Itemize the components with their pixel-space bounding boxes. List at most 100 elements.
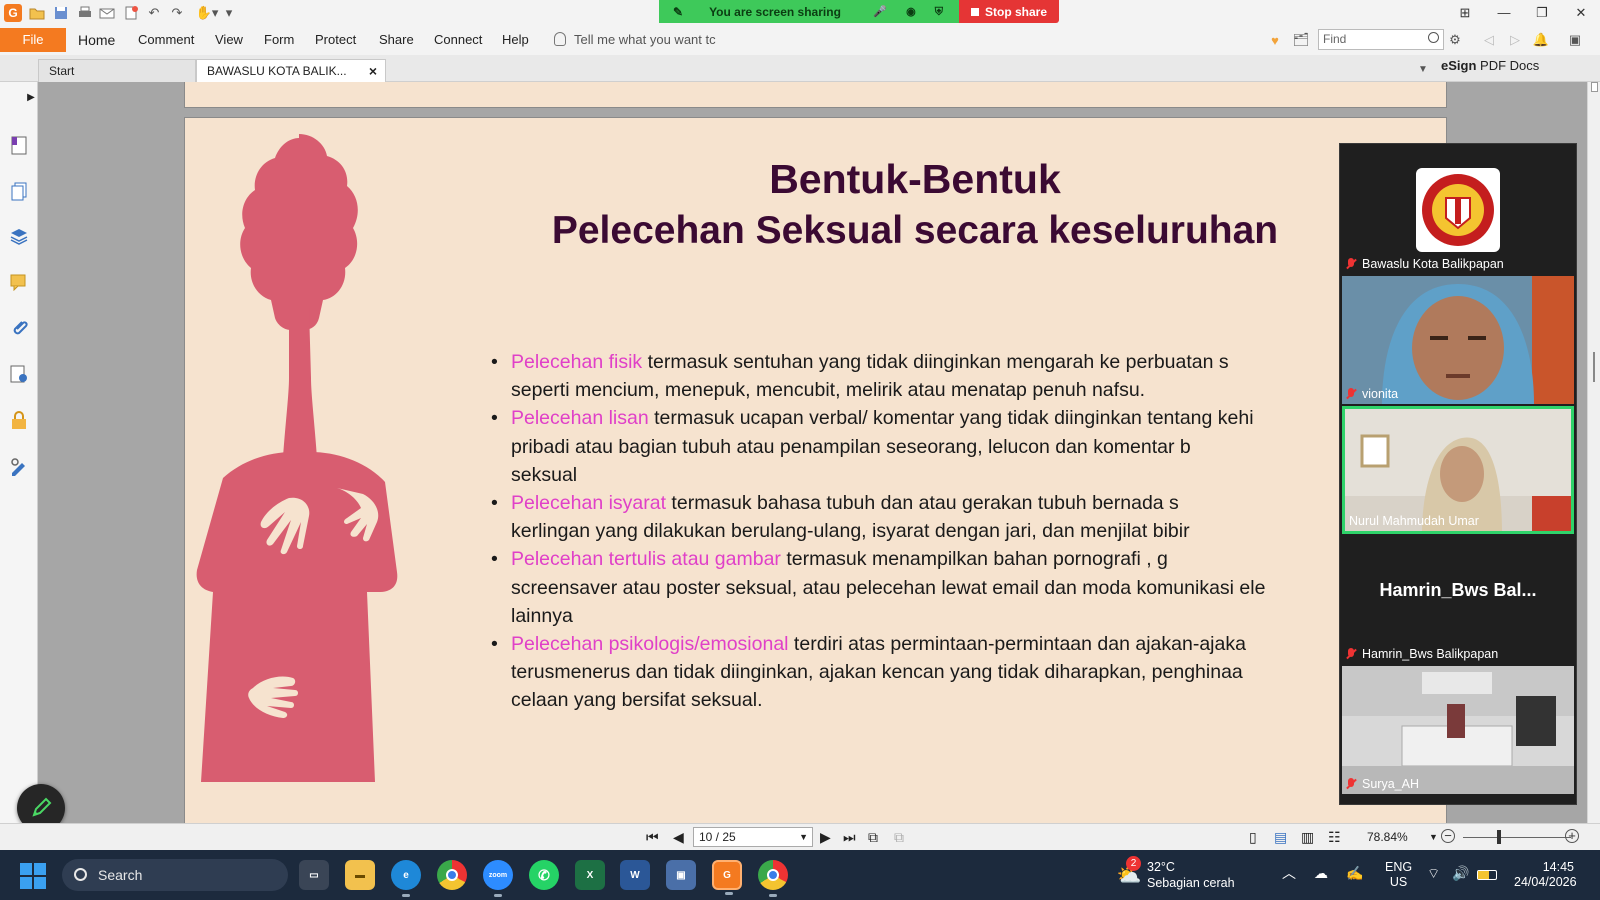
edge-browser-icon[interactable]: e (391, 860, 421, 897)
wifi-icon[interactable]: ⌔ (1427, 866, 1440, 881)
desktop-app-icon[interactable]: ▣ (666, 860, 696, 890)
continuous-view-icon[interactable]: ▤ (1274, 829, 1287, 846)
settings-gear-icon[interactable]: ⚙ (1446, 31, 1464, 49)
bookmarks-icon[interactable] (8, 134, 30, 156)
zoom-in-button[interactable]: + (1565, 829, 1579, 843)
undo-icon[interactable]: ↶ (145, 4, 163, 22)
weather-temperature[interactable]: 32°C (1147, 860, 1175, 875)
forward-arrow-icon[interactable]: ▷ (1506, 31, 1524, 49)
whatsapp-icon[interactable]: ✆ (529, 860, 559, 890)
chrome-icon[interactable] (437, 860, 467, 890)
weather-description[interactable]: Sebagian cerah (1147, 876, 1235, 891)
tab-start[interactable]: Start (38, 59, 196, 82)
pen-input-icon[interactable]: ✍ (1346, 866, 1363, 881)
email-icon[interactable] (98, 4, 116, 22)
language-indicator[interactable]: ENG US (1385, 860, 1412, 890)
stop-share-button[interactable]: Stop share (959, 0, 1059, 23)
word-icon[interactable]: W (620, 860, 650, 890)
participant-tile[interactable]: Hamrin_Bws Bal... Hamrin_Bws Balikpapan (1342, 536, 1574, 664)
print-icon[interactable] (76, 4, 94, 22)
participant-tile[interactable]: Surya_AH (1342, 666, 1574, 794)
last-page-button[interactable]: ⏭ (843, 829, 856, 846)
menu-form[interactable]: Form (264, 32, 294, 47)
excel-icon[interactable]: X (575, 860, 605, 890)
bullet-keyword: Pelecehan isyarat (511, 492, 667, 515)
onedrive-icon[interactable]: ☁ (1314, 866, 1328, 881)
vertical-scrollbar[interactable] (1587, 82, 1600, 823)
attachment-paperclip-icon[interactable] (8, 317, 30, 339)
clock[interactable]: 14:45 24/04/2026 (1514, 860, 1577, 890)
single-page-view-icon[interactable]: ▯ (1249, 829, 1257, 846)
pages-thumbnail-icon[interactable] (8, 180, 30, 202)
facing-view-icon[interactable]: ▥ (1301, 829, 1314, 846)
edit-tools-icon[interactable] (8, 455, 30, 477)
back-arrow-icon[interactable]: ◁ (1480, 31, 1498, 49)
find-input[interactable]: Find (1318, 29, 1444, 50)
zoom-app-icon[interactable]: zoom (483, 860, 513, 897)
participant-tile[interactable]: vionita (1342, 276, 1574, 404)
participant-tile-active-speaker[interactable]: Nurul Mahmudah Umar (1342, 406, 1574, 534)
zoom-dropdown-icon[interactable]: ▼ (1429, 832, 1438, 842)
menu-view[interactable]: View (215, 32, 243, 47)
folder-search-icon[interactable]: 🗂 (1292, 31, 1310, 49)
signature-panel-icon[interactable] (8, 363, 30, 385)
restore-button[interactable]: ❐ (1527, 2, 1557, 24)
tab-list-dropdown-icon[interactable]: ▼ (1414, 60, 1432, 78)
heart-icon[interactable]: ♥ (1266, 31, 1284, 49)
layout-grid-icon[interactable]: ⊞ (1450, 2, 1480, 24)
account-icon[interactable]: ▣ (1566, 31, 1584, 49)
zoom-slider-thumb[interactable] (1497, 830, 1501, 844)
reflow-icon[interactable]: ⧉ (894, 829, 904, 846)
show-hidden-icons-chevron-icon[interactable]: ︿ (1282, 866, 1296, 881)
rotate-view-icon[interactable]: ⧉ (868, 829, 878, 846)
scroll-up-button[interactable] (1591, 82, 1598, 92)
task-view-icon[interactable]: ▭ (299, 860, 329, 890)
participant-name: Hamrin_Bws Balikpapan (1346, 647, 1498, 661)
open-folder-icon[interactable] (28, 4, 46, 22)
continuous-facing-view-icon[interactable]: ☷ (1328, 829, 1341, 846)
page-dropdown-icon[interactable]: ▼ (799, 828, 808, 846)
layers-icon[interactable] (8, 225, 30, 247)
first-page-button[interactable]: ⏮ (646, 829, 659, 846)
share-controls-icons[interactable]: 🎤 ◉ ⛨ (873, 5, 951, 19)
search-icon[interactable] (1428, 32, 1439, 43)
minimize-button[interactable]: — (1489, 2, 1519, 24)
menu-connect[interactable]: Connect (434, 32, 482, 47)
menu-help[interactable]: Help (502, 32, 529, 47)
zoom-slider-track[interactable] (1463, 837, 1571, 838)
tab-document[interactable]: BAWASLU KOTA BALIK... × (196, 59, 386, 82)
esign-link[interactable]: eSign PDF Docs (1441, 58, 1539, 73)
pen-icon (32, 797, 52, 817)
chrome-profile-icon[interactable] (758, 860, 788, 897)
foxit-reader-taskbar-icon[interactable]: G (712, 860, 742, 895)
menu-protect[interactable]: Protect (315, 32, 356, 47)
taskbar-search[interactable]: Search (62, 859, 288, 891)
file-explorer-icon[interactable]: ▬ (345, 860, 375, 890)
zoom-out-button[interactable]: − (1441, 829, 1455, 843)
redo-icon[interactable]: ↷ (168, 4, 186, 22)
menu-share[interactable]: Share (379, 32, 414, 47)
close-tab-icon[interactable]: × (369, 60, 377, 82)
participant-tile[interactable]: Bawaslu Kota Balikpapan (1342, 146, 1574, 274)
bell-icon[interactable]: 🔔 (1532, 31, 1550, 49)
menu-home[interactable]: Home (78, 32, 115, 48)
security-lock-icon[interactable] (8, 409, 30, 431)
close-window-button[interactable]: ✕ (1566, 2, 1596, 24)
next-page-button[interactable]: ▶ (820, 829, 831, 846)
new-document-icon[interactable] (122, 4, 140, 22)
volume-icon[interactable]: 🔊 (1452, 866, 1469, 881)
hand-tool-dropdown-icon[interactable]: ✋▾ (192, 4, 222, 22)
comments-icon[interactable] (8, 271, 30, 293)
windows-start-icon[interactable] (20, 863, 46, 889)
battery-icon[interactable] (1477, 870, 1497, 880)
zoom-level[interactable]: 78.84% (1367, 830, 1408, 844)
file-menu[interactable]: File (0, 28, 66, 52)
menu-comment[interactable]: Comment (138, 32, 194, 47)
save-icon[interactable] (52, 4, 70, 22)
customize-qa-icon[interactable]: ▾ (220, 4, 238, 22)
scrollbar-thumb[interactable] (1593, 352, 1595, 382)
tell-me-box[interactable]: Tell me what you want tc (554, 32, 716, 47)
meeting-video-panel[interactable]: Bawaslu Kota Balikpapan vionita Nurul Ma… (1339, 143, 1577, 805)
page-number-input[interactable]: 10 / 25 ▼ (693, 827, 813, 847)
previous-page-button[interactable]: ◀ (673, 829, 684, 846)
